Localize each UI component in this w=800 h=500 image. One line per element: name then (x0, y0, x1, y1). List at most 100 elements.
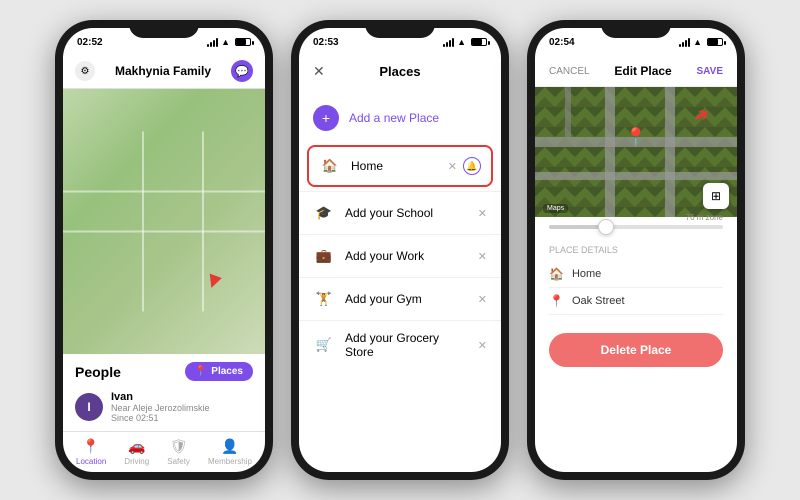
school-icon: 🎓 (313, 202, 335, 224)
time-1: 02:52 (77, 37, 103, 48)
person-since: Since 02:51 (111, 413, 253, 423)
places-button[interactable]: 📍 Places (185, 362, 253, 381)
layers-button[interactable]: ⊞ (703, 183, 729, 209)
place-row-work[interactable]: 💼 Add your Work ✕ (299, 234, 501, 277)
nav-location[interactable]: 📍 Location (76, 438, 106, 466)
person-name: Ivan (111, 391, 253, 403)
details-title: Place details (549, 245, 723, 255)
people-header: People 📍 Places (75, 362, 253, 381)
places-btn-label: Places (211, 366, 243, 377)
delete-place-button[interactable]: Delete Place (549, 333, 723, 367)
remove-grocery-icon[interactable]: ✕ (478, 339, 487, 352)
nav-safety[interactable]: 🛡 Safety (167, 438, 190, 466)
nav-location-label: Location (76, 457, 106, 466)
place-row-grocery[interactable]: 🛒 Add your Grocery Store ✕ (299, 320, 501, 369)
zone-label: 76 m zone (686, 213, 723, 222)
maps-credit: Maps (543, 204, 568, 213)
nav-membership-label: Membership (208, 457, 252, 466)
chat-icon[interactable]: 💬 (231, 60, 253, 82)
work-icon: 💼 (313, 245, 335, 267)
add-place-icon: + (313, 105, 339, 131)
places-screen-title: Places (379, 64, 420, 79)
save-button[interactable]: SAVE (697, 66, 724, 77)
remove-school-icon[interactable]: ✕ (478, 207, 487, 220)
person-info-ivan: Ivan Near Aleje Jerozolimskie Since 02:5… (111, 391, 253, 423)
gym-icon: 🏋 (313, 288, 335, 310)
place-row-school[interactable]: 🎓 Add your School ✕ (299, 191, 501, 234)
remove-gym-icon[interactable]: ✕ (478, 293, 487, 306)
membership-nav-icon: 👤 (221, 438, 238, 455)
wifi-icon-3: ▲ (693, 37, 702, 47)
screen-2: 02:53 ▲ ✕ Places + Add a new Place � (299, 28, 501, 472)
edit-place-title: Edit Place (614, 64, 671, 78)
battery-icon-3 (707, 38, 723, 46)
place-name-work: Add your Work (345, 249, 468, 263)
place-address-row: 📍 Oak Street (549, 288, 723, 315)
family-name: Makhynia Family (115, 64, 211, 78)
people-title: People (75, 364, 121, 380)
location-pin: 📍 (625, 127, 647, 148)
nav-membership[interactable]: 👤 Membership (208, 438, 252, 466)
signal-icon-1 (207, 38, 218, 47)
status-icons-2: ▲ (443, 37, 487, 47)
phone-3: 02:54 ▲ CANCEL Edit Place SAVE (527, 20, 745, 480)
nav-driving[interactable]: 🚗 Driving (124, 438, 149, 466)
notch-3 (601, 20, 671, 38)
aerial-map: 📍 ➔ Maps ⊞ (535, 87, 737, 217)
remove-work-icon[interactable]: ✕ (478, 250, 487, 263)
status-icons-1: ▲ (207, 37, 251, 47)
safety-nav-icon: 🛡 (170, 438, 188, 455)
place-row-home[interactable]: 🏠 Home ✕ 🔔 (307, 145, 493, 187)
screen-1: 02:52 ▲ ⚙ Makhynia Family 💬 (63, 28, 265, 472)
wifi-icon-1: ▲ (221, 37, 230, 47)
person-location: Near Aleje Jerozolimskie (111, 403, 253, 413)
time-3: 02:54 (549, 37, 575, 48)
place-address-detail: Oak Street (572, 295, 625, 307)
notch-2 (365, 20, 435, 38)
zone-slider: 76 m zone (535, 217, 737, 237)
home-detail-icon: 🏠 (549, 267, 564, 281)
place-name-row: 🏠 Home (549, 261, 723, 288)
nav-driving-label: Driving (124, 457, 149, 466)
grocery-icon: 🛒 (313, 334, 335, 356)
phone-2: 02:53 ▲ ✕ Places + Add a new Place � (291, 20, 509, 480)
places-list: + Add a new Place 🏠 Home ✕ 🔔 🎓 Add your … (299, 87, 501, 472)
cancel-button[interactable]: CANCEL (549, 66, 590, 77)
battery-icon-1 (235, 38, 251, 46)
time-2: 02:53 (313, 37, 339, 48)
place-name-school: Add your School (345, 206, 468, 220)
place-details: Place details 🏠 Home 📍 Oak Street (535, 237, 737, 323)
home-icon: 🏠 (319, 155, 341, 177)
home-actions: ✕ 🔔 (448, 157, 481, 175)
add-place-row[interactable]: + Add a new Place (299, 95, 501, 141)
edit-header: CANCEL Edit Place SAVE (535, 56, 737, 87)
close-button[interactable]: ✕ (313, 63, 325, 80)
avatar-ivan: I (75, 393, 103, 421)
place-row-gym[interactable]: 🏋 Add your Gym ✕ (299, 277, 501, 320)
person-row-ivan: I Ivan Near Aleje Jerozolimskie Since 02… (75, 387, 253, 427)
location-nav-icon: 📍 (82, 438, 99, 455)
remove-home-icon[interactable]: ✕ (448, 160, 457, 173)
places-header: ✕ Places (299, 56, 501, 87)
signal-icon-3 (679, 38, 690, 47)
app-header-1: ⚙ Makhynia Family 💬 (63, 56, 265, 89)
notch-1 (129, 20, 199, 38)
zone-track[interactable]: 76 m zone (549, 225, 723, 229)
wifi-icon-2: ▲ (457, 37, 466, 47)
battery-icon-2 (471, 38, 487, 46)
location-detail-icon: 📍 (549, 294, 564, 308)
settings-icon[interactable]: ⚙ (75, 61, 95, 81)
places-icon: 📍 (195, 366, 207, 377)
zone-thumb[interactable] (598, 219, 614, 235)
place-name-gym: Add your Gym (345, 292, 468, 306)
notify-home-icon[interactable]: 🔔 (463, 157, 481, 175)
signal-icon-2 (443, 38, 454, 47)
zone-fill (549, 225, 601, 229)
place-name-home: Home (351, 159, 438, 173)
bottom-nav-1: 📍 Location 🚗 Driving 🛡 Safety 👤 Membersh… (63, 431, 265, 472)
add-place-label: Add a new Place (349, 111, 439, 125)
map-roads-svg (63, 89, 265, 354)
place-name-grocery: Add your Grocery Store (345, 331, 468, 359)
status-icons-3: ▲ (679, 37, 723, 47)
nav-safety-label: Safety (167, 457, 190, 466)
